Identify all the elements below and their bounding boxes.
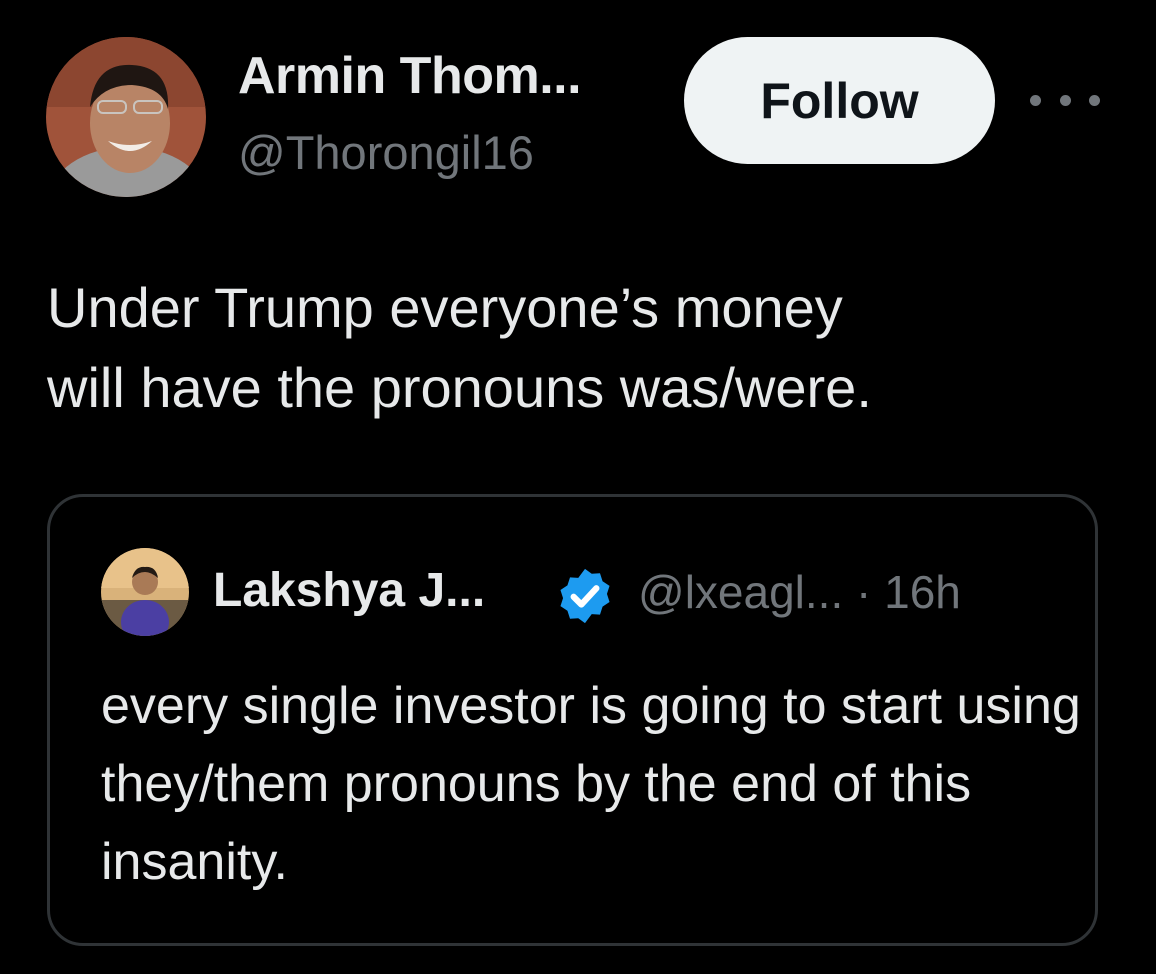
quoted-author-handle-and-time[interactable]: @lxeagl... · 16h [638,565,961,619]
author-name[interactable]: Armin Thom... [238,46,582,106]
tweet-text: Under Trump everyone’s money will have t… [47,276,872,419]
quoted-timestamp[interactable]: · 16h [856,566,961,618]
quoted-author-handle[interactable]: @lxeagl... [638,566,843,618]
author-avatar[interactable] [46,37,206,197]
follow-button[interactable]: Follow [684,37,995,164]
dot [1089,94,1100,106]
author-handle[interactable]: @Thorongil16 [238,125,534,180]
dot [1030,94,1041,106]
quoted-author-name[interactable]: Lakshya J... [213,563,485,618]
more-options-icon[interactable] [1030,78,1100,122]
quoted-tweet-text: every single investor is going to start … [101,677,1081,891]
verified-badge-icon [560,568,610,624]
quoted-tweet-card[interactable]: Lakshya J... @lxeagl... · 16h every sing… [47,494,1098,946]
dot [1059,94,1071,106]
tweet: Armin Thom... @Thorongil16 Follow Under … [0,0,1156,974]
quoted-author-avatar[interactable] [101,548,189,636]
